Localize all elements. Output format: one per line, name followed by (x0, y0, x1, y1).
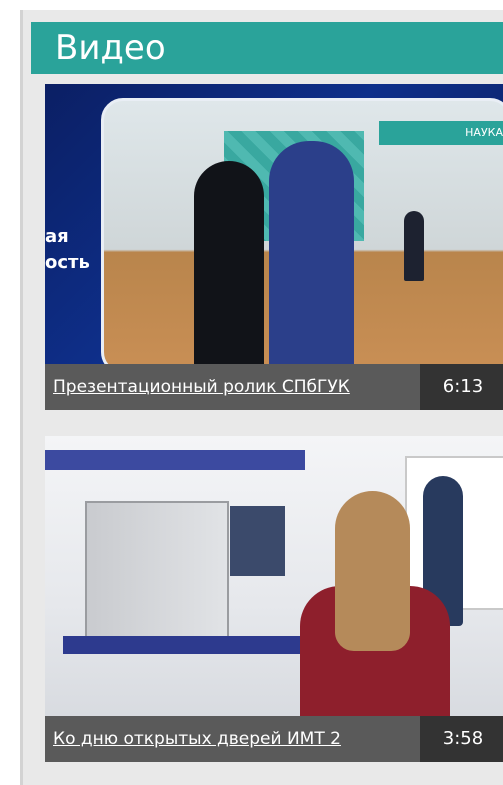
video-thumbnail[interactable]: ая ость НАУКА (45, 84, 503, 364)
person-hair (335, 491, 410, 651)
video-widget: Видео ая ость НАУКА Презентационный роли… (20, 10, 503, 785)
video-duration: 3:58 (420, 716, 503, 762)
computer-case (85, 501, 229, 650)
video-thumbnail[interactable] (45, 436, 503, 716)
person-figure (194, 161, 264, 364)
video-title-link[interactable]: Презентационный ролик СПбГУК (45, 364, 420, 410)
video-caption-bar: Ко дню открытых дверей ИМТ 2 3:58 (45, 716, 503, 762)
video-duration: 6:13 (420, 364, 503, 410)
thumbnail-tag: НАУКА (379, 121, 503, 145)
shelf (45, 450, 305, 470)
video-title-link[interactable]: Ко дню открытых дверей ИМТ 2 (45, 716, 420, 762)
person-figure (269, 141, 354, 364)
thumbnail-overlay-text: ая ость (45, 226, 90, 273)
thumbnail-scene: НАУКА (101, 98, 503, 364)
person-figure (404, 211, 424, 281)
video-caption-bar: Презентационный ролик СПбГУК 6:13 (45, 364, 503, 410)
widget-title: Видео (31, 22, 503, 74)
computer-monitor (230, 506, 285, 576)
